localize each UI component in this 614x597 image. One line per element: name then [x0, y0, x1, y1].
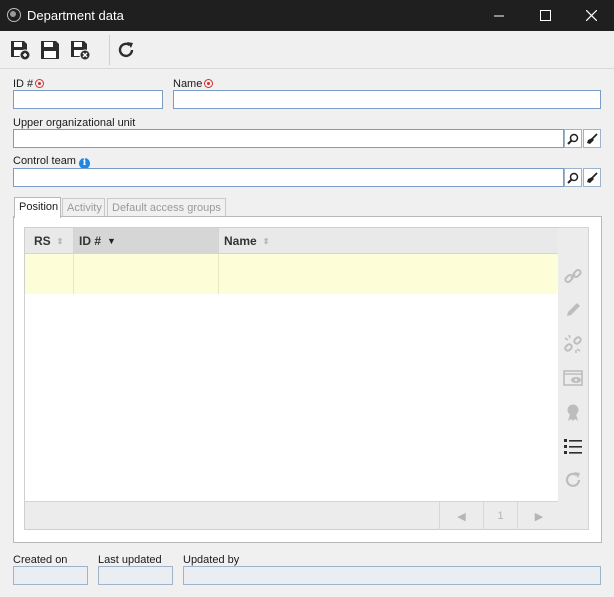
table-cell [219, 254, 560, 294]
grid-footer: ◀ 1 ▶ [25, 501, 560, 530]
upper-unit-search-button[interactable] [564, 129, 582, 148]
name-label: Name [173, 78, 214, 90]
globe-icon [7, 8, 21, 22]
broom-icon [587, 171, 598, 183]
view-button[interactable] [562, 367, 584, 389]
column-name-label: Name [224, 234, 257, 248]
table-cell [74, 254, 219, 294]
name-label-text: Name [173, 78, 203, 90]
created-on-label: Created on [13, 554, 68, 566]
refresh-icon [118, 42, 134, 58]
control-team-clear-button[interactable] [583, 168, 601, 187]
save-and-close-button[interactable] [67, 37, 93, 63]
maximize-button[interactable] [522, 0, 568, 31]
updated-by-label: Updated by [183, 554, 240, 566]
save-and-new-button[interactable] [7, 37, 33, 63]
column-rs-label: RS [34, 234, 51, 248]
upper-unit-field[interactable] [13, 129, 564, 148]
name-field[interactable] [173, 90, 601, 109]
id-label-text: ID # [13, 78, 34, 90]
save-button[interactable] [37, 37, 63, 63]
id-label: ID # [13, 78, 45, 90]
id-field[interactable] [13, 90, 163, 109]
link-icon [564, 268, 582, 284]
floppy-icon [41, 41, 59, 59]
last-updated-field [98, 566, 173, 585]
edit-icon [567, 303, 580, 316]
title-bar: Department data [0, 0, 614, 31]
control-team-search-button[interactable] [564, 168, 582, 187]
sort-desc-icon: ▼ [107, 236, 116, 246]
save-plus-icon [11, 41, 31, 61]
grid-refresh-button[interactable] [562, 469, 584, 491]
table-cell [25, 254, 74, 294]
control-team-field[interactable] [13, 168, 564, 187]
search-icon [567, 172, 579, 184]
required-icon [204, 79, 214, 88]
search-icon [567, 133, 579, 145]
unlink-icon [564, 334, 582, 353]
column-id-label: ID # [79, 234, 102, 248]
broom-icon [587, 132, 598, 144]
column-header-name[interactable]: Name ⇕ [219, 228, 560, 254]
tab-position[interactable]: Position [14, 197, 61, 218]
upper-unit-label: Upper organizational unit [13, 117, 136, 129]
list-icon [564, 439, 582, 454]
toolbar [0, 31, 614, 69]
edit-button[interactable] [562, 299, 584, 321]
certificate-icon [567, 404, 579, 421]
control-team-label-text: Control team [13, 155, 76, 167]
column-header-rs[interactable]: RS ⇕ [25, 228, 74, 254]
created-on-field [13, 566, 88, 585]
refresh-button[interactable] [113, 37, 139, 63]
table-row[interactable] [25, 254, 560, 294]
sort-icon: ⇕ [56, 237, 64, 246]
sort-icon: ⇕ [262, 237, 270, 246]
refresh-icon [565, 472, 581, 487]
pager-prev-button[interactable]: ◀ [439, 502, 483, 530]
tab-default-access-groups[interactable]: Default access groups [107, 198, 226, 217]
details-button[interactable] [562, 435, 584, 457]
minimize-button[interactable] [476, 0, 522, 31]
window-title: Department data [27, 8, 124, 23]
close-button[interactable] [568, 0, 614, 31]
associate-button[interactable] [562, 265, 584, 287]
grid-header: RS ⇕ ID # ▼ Name ⇕ [25, 228, 560, 254]
control-team-label: Control team i [13, 155, 90, 169]
pager-page-number: 1 [483, 502, 517, 530]
certificate-button[interactable] [562, 401, 584, 423]
position-grid: RS ⇕ ID # ▼ Name ⇕ ◀ 1 ▶ [24, 227, 561, 530]
toolbar-separator [109, 35, 110, 65]
disassociate-button[interactable] [562, 333, 584, 355]
tab-activity[interactable]: Activity [62, 198, 105, 217]
last-updated-label: Last updated [98, 554, 162, 566]
view-icon [563, 370, 583, 386]
required-icon [35, 79, 45, 88]
updated-by-field [183, 566, 601, 585]
column-header-id[interactable]: ID # ▼ [74, 228, 219, 254]
upper-unit-clear-button[interactable] [583, 129, 601, 148]
save-close-icon [71, 41, 91, 61]
grid-action-bar [558, 227, 589, 530]
pager-next-button[interactable]: ▶ [517, 502, 560, 530]
